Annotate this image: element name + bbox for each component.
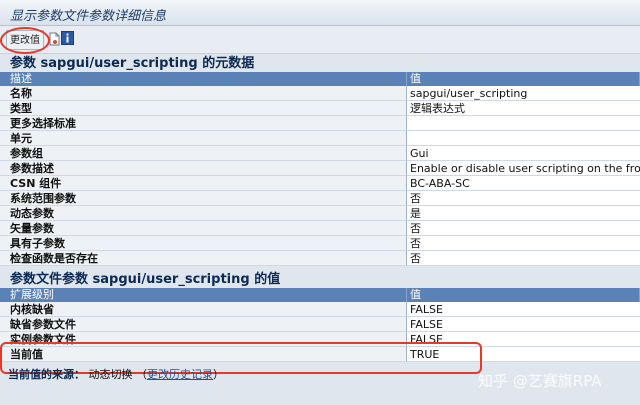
source-open-paren: （	[136, 368, 147, 381]
metadata-table: 名称 sapgui/user_scripting 类型 逻辑表达式 更多选择标准 单元 参数…	[0, 86, 640, 266]
row-label: 参数描述	[0, 161, 407, 176]
metadata-table-header: 描述 值	[0, 72, 640, 86]
row-label: CSN 组件	[0, 176, 407, 191]
row-label: 动态参数	[0, 206, 407, 221]
row-label: 系统范围参数	[0, 191, 407, 206]
row-value: 否	[407, 236, 640, 251]
row-value: 是	[407, 206, 640, 221]
value-table-header: 扩展级别 值	[0, 288, 640, 302]
table-row[interactable]: 矢量参数否	[0, 221, 640, 236]
table-row[interactable]: 参数组 Gui	[0, 146, 640, 161]
row-label: 单元	[0, 131, 407, 146]
row-label: 矢量参数	[0, 221, 407, 236]
header-extension-level: 扩展级别	[0, 288, 407, 302]
document-icon[interactable]	[49, 32, 60, 46]
row-label: 名称	[0, 86, 407, 101]
table-row[interactable]: 类型 逻辑表达式	[0, 101, 640, 116]
header-value: 值	[407, 288, 640, 302]
row-value: FALSE	[407, 317, 640, 332]
source-label: 当前值的来源：	[8, 368, 85, 381]
row-value: 逻辑表达式	[407, 101, 640, 116]
window-title: 显示参数文件参数详细信息	[10, 9, 167, 24]
row-label: 类型	[0, 101, 407, 116]
row-value	[407, 131, 640, 146]
table-row[interactable]: 单元	[0, 131, 640, 146]
source-close-paren: ）	[213, 368, 224, 381]
metadata-section-title: 参数 sapgui/user_scripting 的元数据	[0, 55, 640, 72]
row-value: Enable or disable user scripting on the …	[407, 161, 640, 176]
row-label: 检查函数是否存在	[0, 251, 407, 266]
change-history-link[interactable]: 更改历史记录	[147, 368, 213, 381]
window-titlebar: 显示参数文件参数详细信息	[0, 0, 640, 26]
row-label: 更多选择标准	[0, 116, 407, 131]
table-row[interactable]: 名称 sapgui/user_scripting	[0, 86, 640, 101]
table-row[interactable]: 参数描述 Enable or disable user scripting on …	[0, 161, 640, 176]
table-row[interactable]: 系统范围参数否	[0, 191, 640, 206]
row-value	[407, 116, 640, 131]
table-row[interactable]: CSN 组件 BC-ABA-SC	[0, 176, 640, 191]
info-icon[interactable]	[61, 31, 74, 45]
table-row[interactable]: 缺省参数文件 FALSE	[0, 317, 640, 332]
row-value: BC-ABA-SC	[407, 176, 640, 191]
metadata-section: 参数 sapgui/user_scripting 的元数据 描述 值 名称 sap…	[0, 55, 640, 266]
table-row[interactable]: 更多选择标准	[0, 116, 640, 131]
table-row[interactable]: 内核缺省 FALSE	[0, 302, 640, 317]
row-value: 否	[407, 251, 640, 266]
row-label: 参数组	[0, 146, 407, 161]
value-section-title: 参数文件参数 sapgui/user_scripting 的值	[0, 271, 640, 288]
row-value: FALSE	[407, 302, 640, 317]
row-value: 否	[407, 221, 640, 236]
header-value: 值	[407, 72, 640, 86]
row-label: 内核缺省	[0, 302, 407, 317]
toolbar: 更改值	[0, 26, 640, 54]
row-value: Gui	[407, 146, 640, 161]
annotation-circle	[0, 27, 50, 54]
table-row[interactable]: 具有子参数否	[0, 236, 640, 251]
table-row[interactable]: 动态参数是	[0, 206, 640, 221]
source-value: 动态切换	[88, 368, 133, 381]
row-value: 否	[407, 191, 640, 206]
watermark: 知乎 @艺赛旗RPA	[478, 372, 602, 390]
row-label: 具有子参数	[0, 236, 407, 251]
value-source: 当前值的来源： 动态切换 （更改历史记录）	[8, 366, 224, 382]
row-value: sapgui/user_scripting	[407, 86, 640, 101]
table-row[interactable]: 检查函数是否存在否	[0, 251, 640, 266]
header-description: 描述	[0, 72, 407, 86]
row-label: 缺省参数文件	[0, 317, 407, 332]
